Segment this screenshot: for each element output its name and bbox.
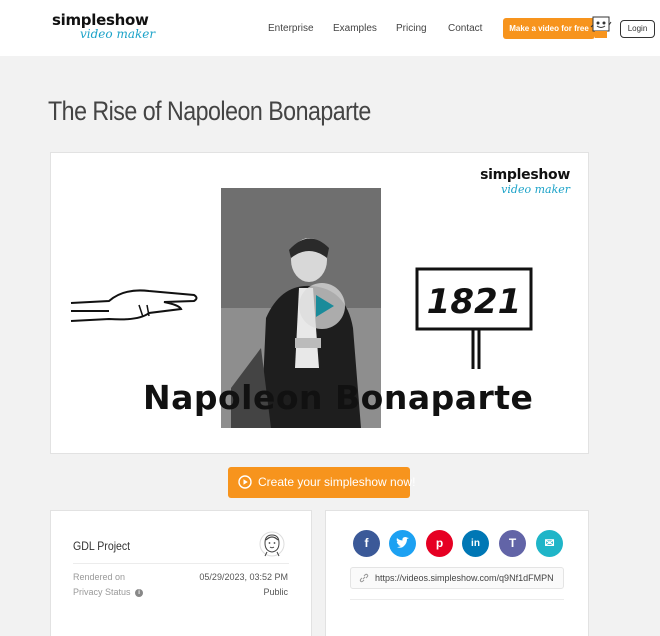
- linkedin-icon: in: [471, 538, 480, 549]
- info-icon[interactable]: i: [135, 588, 144, 597]
- nav-contact[interactable]: Contact: [448, 23, 482, 34]
- project-info-card: GDL Project Rendered on 05/29/2023, 03:5…: [50, 510, 312, 636]
- privacy-label: Privacy Status: [73, 587, 131, 597]
- twitter-share-button[interactable]: [389, 530, 416, 557]
- teams-share-button[interactable]: T: [499, 530, 526, 557]
- video-player[interactable]: simpleshow video maker 1821 Napoleon Bon…: [50, 152, 589, 454]
- user-avatar-icon: [259, 531, 285, 557]
- make-video-button[interactable]: Make a video for free: [503, 18, 595, 39]
- privacy-value: Public: [263, 587, 288, 597]
- mascot-icon: [590, 15, 612, 41]
- page-title: The Rise of Napoleon Bonaparte: [48, 96, 371, 126]
- linkedin-share-button[interactable]: in: [462, 530, 489, 557]
- share-card: f p in T ✉ https://videos.simpleshow.com…: [325, 510, 589, 636]
- create-simpleshow-button[interactable]: Create your simpleshow now!: [228, 467, 415, 498]
- year-sign-illustration: 1821: [415, 267, 533, 369]
- simpleshow-logo[interactable]: simpleshow video maker: [52, 12, 155, 41]
- privacy-label-row: Privacy Status i: [73, 587, 144, 597]
- pinterest-icon: p: [435, 536, 444, 550]
- logo-wordmark: simpleshow: [52, 11, 149, 29]
- facebook-share-button[interactable]: f: [353, 530, 380, 557]
- play-icon: [316, 295, 334, 317]
- rendered-value: 05/29/2023, 03:52 PM: [199, 572, 288, 582]
- share-url-field[interactable]: https://videos.simpleshow.com/q9Nf1dFMPN: [350, 567, 564, 589]
- teams-icon: T: [508, 536, 517, 550]
- video-logo-wordmark: simpleshow: [480, 167, 570, 183]
- info-divider: [73, 563, 289, 564]
- video-logo-tagline: video maker: [501, 183, 570, 196]
- logo-tagline: video maker: [80, 27, 156, 41]
- pinterest-share-button[interactable]: p: [426, 530, 453, 557]
- nav-examples[interactable]: Examples: [333, 23, 377, 34]
- twitter-icon: [396, 536, 409, 548]
- nav-enterprise[interactable]: Enterprise: [268, 23, 314, 34]
- nav-pricing[interactable]: Pricing: [396, 23, 427, 34]
- share-url-text: https://videos.simpleshow.com/q9Nf1dFMPN: [375, 573, 554, 583]
- project-name[interactable]: GDL Project: [73, 539, 130, 553]
- create-button-label: Create your simpleshow now!: [258, 475, 416, 489]
- email-share-button[interactable]: ✉: [536, 530, 563, 557]
- avatar[interactable]: [259, 531, 285, 557]
- play-button[interactable]: [299, 283, 345, 329]
- link-icon: [359, 573, 369, 583]
- site-header: simpleshow video maker Enterprise Exampl…: [0, 0, 660, 56]
- play-circle-icon: [238, 475, 252, 489]
- share-divider: [350, 599, 564, 600]
- facebook-icon: f: [364, 536, 369, 550]
- email-icon: ✉: [544, 536, 555, 550]
- rendered-label: Rendered on: [73, 572, 126, 582]
- video-watermark-logo: simpleshow video maker: [480, 167, 570, 196]
- hand-illustration-icon: [70, 289, 198, 322]
- video-caption: Napoleon Bonaparte: [143, 378, 534, 417]
- sign-year-text: 1821: [427, 282, 522, 322]
- login-button[interactable]: Login: [620, 20, 655, 38]
